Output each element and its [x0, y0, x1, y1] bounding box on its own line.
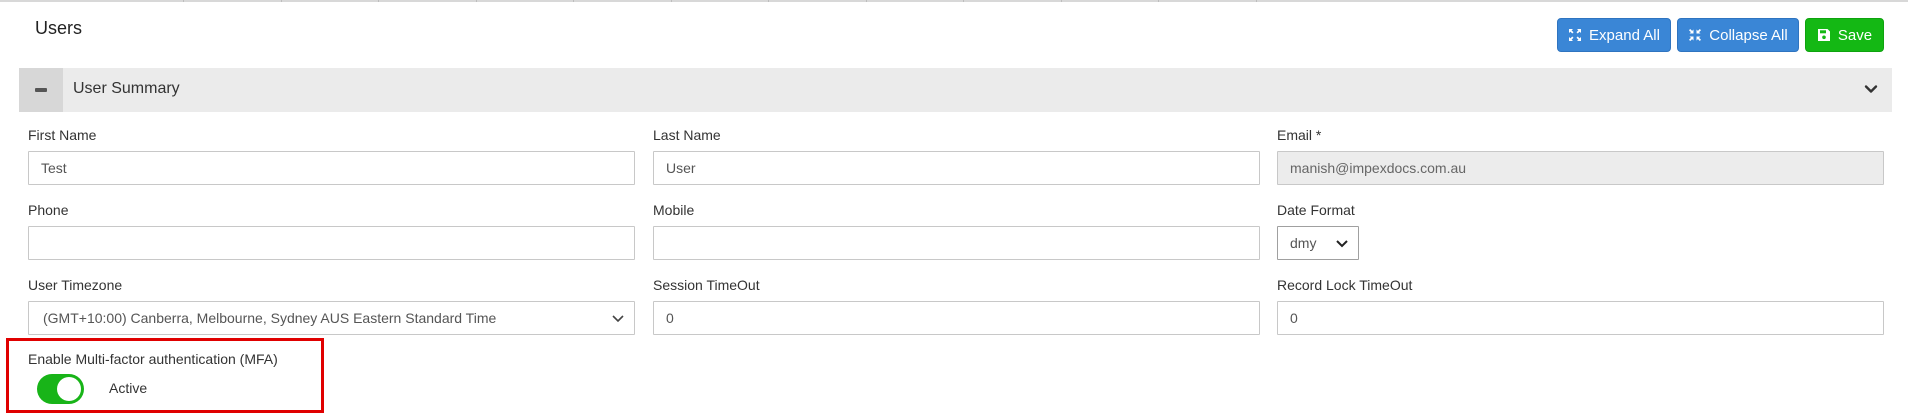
session-timeout-input[interactable]: 0 [653, 301, 1260, 335]
mfa-status-label: Active [109, 380, 148, 396]
date-format-value: dmy [1290, 235, 1317, 251]
save-button[interactable]: Save [1805, 18, 1884, 52]
last-name-label: Last Name [653, 127, 721, 143]
collapse-arrows-icon [1689, 29, 1702, 41]
first-name-input[interactable]: Test [28, 151, 635, 185]
expand-all-button[interactable]: Expand All [1557, 18, 1671, 52]
section-title: User Summary [73, 80, 180, 97]
toggle-knob [57, 377, 81, 401]
date-format-select[interactable]: dmy [1277, 226, 1359, 260]
minus-icon [35, 88, 47, 92]
email-label: Email * [1277, 127, 1322, 143]
section-collapse-toggle[interactable] [19, 68, 63, 112]
expand-arrows-icon [1569, 29, 1582, 41]
user-timezone-value: (GMT+10:00) Canberra, Melbourne, Sydney … [43, 310, 497, 326]
user-timezone-label: User Timezone [28, 277, 123, 293]
user-summary-section-header[interactable]: User Summary [19, 68, 1892, 112]
date-format-label: Date Format [1277, 202, 1355, 218]
collapse-all-label: Collapse All [1709, 26, 1788, 44]
phone-input[interactable] [28, 226, 635, 260]
floppy-disk-icon [1817, 29, 1830, 41]
record-lock-timeout-label: Record Lock TimeOut [1277, 277, 1413, 293]
chevron-down-icon [612, 315, 624, 323]
chevron-down-icon [1336, 240, 1348, 248]
mobile-input[interactable] [653, 226, 1260, 260]
phone-label: Phone [28, 202, 69, 218]
email-input: manish@impexdocs.com.au [1277, 151, 1884, 185]
mobile-label: Mobile [653, 202, 695, 218]
mfa-toggle[interactable] [37, 374, 84, 404]
first-name-label: First Name [28, 127, 97, 143]
session-timeout-label: Session TimeOut [653, 277, 760, 293]
mfa-label: Enable Multi-factor authentication (MFA) [28, 351, 278, 367]
collapse-all-button[interactable]: Collapse All [1677, 18, 1799, 52]
expand-all-label: Expand All [1589, 26, 1660, 44]
record-lock-timeout-input[interactable]: 0 [1277, 301, 1884, 335]
last-name-input[interactable]: User [653, 151, 1260, 185]
save-label: Save [1837, 26, 1873, 44]
user-timezone-select[interactable]: (GMT+10:00) Canberra, Melbourne, Sydney … [28, 301, 635, 335]
chevron-down-icon[interactable] [1864, 82, 1878, 96]
top-column-markers [0, 0, 1908, 2]
page-title: Users [35, 18, 83, 38]
